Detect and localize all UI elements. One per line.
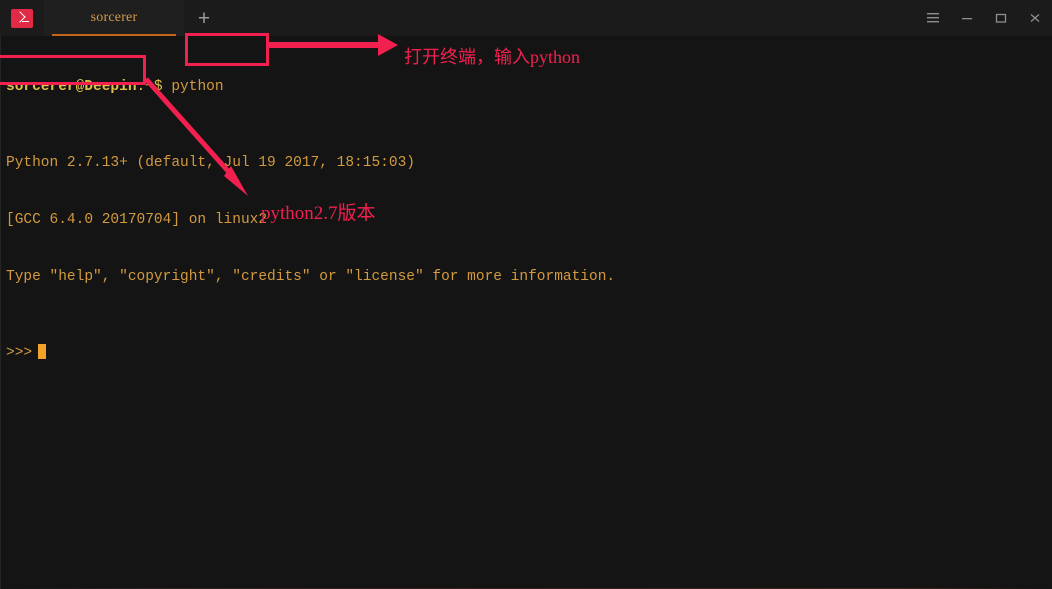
tab-strip: sorcerer + bbox=[0, 0, 224, 36]
minimize-button[interactable] bbox=[950, 0, 984, 36]
terminal-icon-underscore bbox=[22, 20, 29, 23]
terminal-output[interactable]: sorcerer@Deepin:~$ python Python 2.7.13+… bbox=[0, 36, 1052, 589]
maximize-button[interactable] bbox=[984, 0, 1018, 36]
terminal-line: [GCC 6.4.0 20170704] on linux2 bbox=[6, 212, 268, 228]
terminal-line: Python 2.7.13+ (default, Jul 19 2017, 18… bbox=[6, 155, 415, 171]
shell-prompt-path: :~$ bbox=[136, 79, 163, 95]
shell-command: python bbox=[162, 79, 224, 95]
window-controls bbox=[916, 0, 1052, 36]
menu-button[interactable] bbox=[916, 0, 950, 36]
maximize-icon bbox=[995, 13, 1007, 23]
terminal-line: Type "help", "copyright", "credits" or "… bbox=[6, 269, 616, 285]
new-tab-button[interactable]: + bbox=[184, 0, 224, 36]
app-icon-cell bbox=[0, 0, 44, 36]
tab-sorcerer[interactable]: sorcerer bbox=[44, 0, 184, 36]
titlebar: sorcerer + bbox=[0, 0, 1052, 36]
tab-label: sorcerer bbox=[90, 10, 138, 25]
terminal-window: sorcerer + sorcerer@Deepin:~$ python Pyt… bbox=[0, 0, 1052, 589]
text-cursor bbox=[38, 344, 47, 359]
new-tab-label: + bbox=[197, 6, 211, 30]
terminal-line-ps2: >>> bbox=[6, 344, 1052, 363]
python-prompt: >>> bbox=[6, 345, 33, 361]
terminal-line-prompt: sorcerer@Deepin:~$ python bbox=[6, 78, 1052, 97]
close-button[interactable] bbox=[1018, 0, 1052, 36]
minimize-icon bbox=[962, 18, 972, 20]
shell-prompt-user: sorcerer@Deepin bbox=[6, 79, 137, 95]
close-icon bbox=[1030, 14, 1040, 22]
hamburger-icon bbox=[927, 13, 939, 23]
terminal-icon bbox=[11, 8, 33, 28]
